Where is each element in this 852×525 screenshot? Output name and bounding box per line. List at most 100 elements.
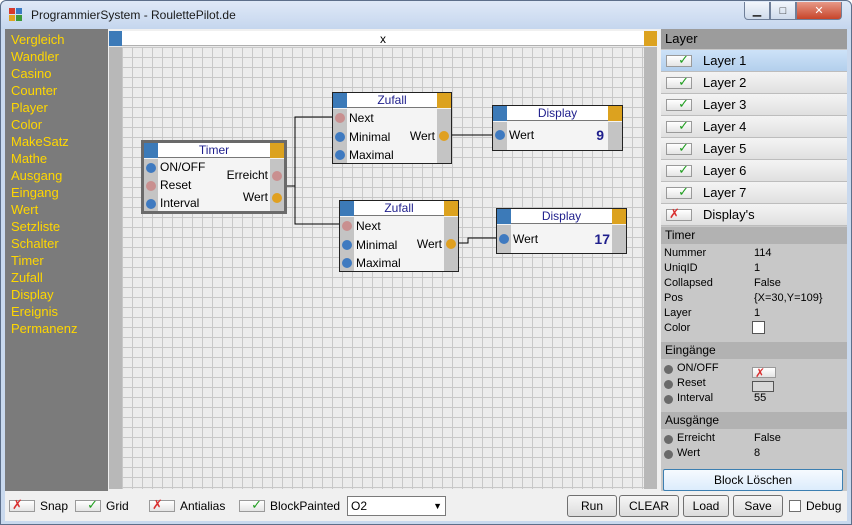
maximize-button[interactable]: □: [770, 2, 796, 20]
palette-item-color[interactable]: Color: [5, 116, 108, 133]
display-block-1[interactable]: Display Wert 9: [492, 105, 623, 151]
display-value: 17: [594, 231, 610, 247]
port-wert[interactable]: [499, 234, 509, 244]
blockpainted-checkbox[interactable]: ✓: [239, 498, 265, 512]
display-block-2[interactable]: Display Wert 17: [496, 208, 627, 254]
layer-visibility-checkbox[interactable]: ✗: [666, 207, 692, 221]
palette-item-wandler[interactable]: Wandler: [5, 48, 108, 65]
layer-visibility-checkbox[interactable]: ✓: [666, 97, 692, 111]
save-button[interactable]: Save: [733, 495, 783, 517]
minimize-button[interactable]: ▁: [744, 2, 770, 20]
debug-checkbox[interactable]: [789, 500, 801, 512]
layer-name: Layer 4: [703, 119, 747, 134]
port-reset[interactable]: [146, 181, 156, 191]
port-label-maximal: Maximal: [356, 256, 401, 270]
port-maximal[interactable]: [335, 150, 345, 160]
prop-key: UniqID: [664, 262, 698, 274]
palette-item-wert[interactable]: Wert: [5, 201, 108, 218]
block-delete-button[interactable]: Block Löschen: [663, 469, 843, 491]
layer-row[interactable]: ✓ Layer 4: [661, 116, 847, 138]
block-header-right: [444, 201, 458, 216]
layer-row[interactable]: ✓ Layer 2: [661, 72, 847, 94]
input-key: ON/OFF: [677, 362, 719, 374]
canvas-right-bar: [644, 47, 657, 489]
port-label-next: Next: [356, 219, 381, 233]
layer-visibility-checkbox[interactable]: ✓: [666, 119, 692, 133]
port-onoff[interactable]: [146, 163, 156, 173]
palette-item-schalter[interactable]: Schalter: [5, 235, 108, 252]
palette-item-setzliste[interactable]: Setzliste: [5, 218, 108, 235]
mode-select[interactable]: O2 ▼: [347, 496, 446, 516]
palette-item-zufall[interactable]: Zufall: [5, 269, 108, 286]
palette-item-ereignis[interactable]: Ereignis: [5, 303, 108, 320]
input-value: 55: [754, 392, 767, 404]
check-icon: ✓: [678, 140, 689, 155]
palette-item-vergleich[interactable]: Vergleich: [5, 31, 108, 48]
run-button[interactable]: Run: [567, 495, 617, 517]
output-value: 8: [754, 447, 761, 459]
palette-item-eingang[interactable]: Eingang: [5, 184, 108, 201]
canvas-grid[interactable]: Timer ON/OFF Reset Interval Erreicht Wer…: [122, 47, 644, 489]
palette-item-player[interactable]: Player: [5, 99, 108, 116]
snap-label: Snap: [40, 499, 69, 513]
palette-item-counter[interactable]: Counter: [5, 82, 108, 99]
layer-visibility-checkbox[interactable]: ✓: [666, 75, 692, 89]
port-label-interval: Interval: [160, 196, 200, 210]
port-wert[interactable]: [495, 130, 505, 140]
palette-item-mathe[interactable]: Mathe: [5, 150, 108, 167]
antialias-label: Antialias: [180, 499, 226, 513]
layer-visibility-checkbox[interactable]: ✓: [666, 52, 692, 67]
block-title: Zufall: [377, 93, 407, 107]
layer-visibility-checkbox[interactable]: ✓: [666, 163, 692, 177]
palette-item-timer[interactable]: Timer: [5, 252, 108, 269]
snap-checkbox[interactable]: ✗: [9, 498, 35, 512]
port-minimal[interactable]: [335, 132, 345, 142]
port-next[interactable]: [342, 221, 352, 231]
port-wert[interactable]: [439, 131, 449, 141]
port-next[interactable]: [335, 113, 345, 123]
port-wert[interactable]: [272, 193, 282, 203]
block-output-bar: [608, 122, 622, 150]
zufall-block-2[interactable]: Zufall Next Minimal Maximal Wert: [339, 200, 459, 272]
close-button[interactable]: ✕: [796, 2, 842, 20]
port-minimal[interactable]: [342, 240, 352, 250]
layer-row[interactable]: ✓ Layer 1: [661, 50, 847, 72]
port-interval[interactable]: [146, 199, 156, 209]
port-maximal[interactable]: [342, 258, 352, 268]
load-button[interactable]: Load: [683, 495, 729, 517]
palette-item-ausgang[interactable]: Ausgang: [5, 167, 108, 184]
mode-select-value: O2: [351, 499, 368, 513]
title-bar[interactable]: ProgrammierSystem - RoulettePilot.de ▁ □…: [1, 1, 851, 29]
port-label-wert: Wert: [509, 128, 535, 142]
grid-label: Grid: [106, 499, 129, 513]
block-header-right: [612, 209, 626, 224]
port-wert[interactable]: [446, 239, 456, 249]
layer-row[interactable]: ✓ Layer 3: [661, 94, 847, 116]
palette-item-display[interactable]: Display: [5, 286, 108, 303]
clear-button[interactable]: CLEAR: [619, 495, 679, 517]
block-title: Display: [537, 106, 578, 120]
block-header-right: [437, 93, 451, 108]
zufall-block-1[interactable]: Zufall Next Minimal Maximal Wert: [332, 92, 452, 164]
layer-visibility-checkbox[interactable]: ✓: [666, 140, 692, 155]
block-title: Zufall: [384, 201, 414, 215]
prop-value: 114: [754, 247, 772, 259]
block-header-right: [608, 106, 622, 121]
grid-checkbox[interactable]: ✓: [75, 498, 101, 512]
layer-row[interactable]: ✗ Display's: [661, 204, 847, 226]
layer-row[interactable]: ✓ Layer 6: [661, 160, 847, 182]
layer-row[interactable]: ✓ Layer 5: [661, 138, 847, 160]
antialias-checkbox[interactable]: ✗: [149, 498, 175, 512]
check-icon: ✓: [678, 52, 689, 67]
layer-visibility-checkbox[interactable]: ✓: [666, 185, 692, 199]
port-erreicht[interactable]: [272, 171, 282, 181]
blockpainted-label: BlockPainted: [270, 499, 341, 513]
layer-row[interactable]: ✓ Layer 7: [661, 182, 847, 204]
timer-block[interactable]: Timer ON/OFF Reset Interval Erreicht Wer…: [141, 140, 287, 214]
palette-item-permanenz[interactable]: Permanenz: [5, 320, 108, 337]
palette-item-casino[interactable]: Casino: [5, 65, 108, 82]
palette-item-makesatz[interactable]: MakeSatz: [5, 133, 108, 150]
color-swatch[interactable]: [752, 321, 765, 334]
port-label-erreicht: Erreicht: [226, 168, 268, 182]
onoff-toggle[interactable]: ✗: [752, 366, 776, 380]
